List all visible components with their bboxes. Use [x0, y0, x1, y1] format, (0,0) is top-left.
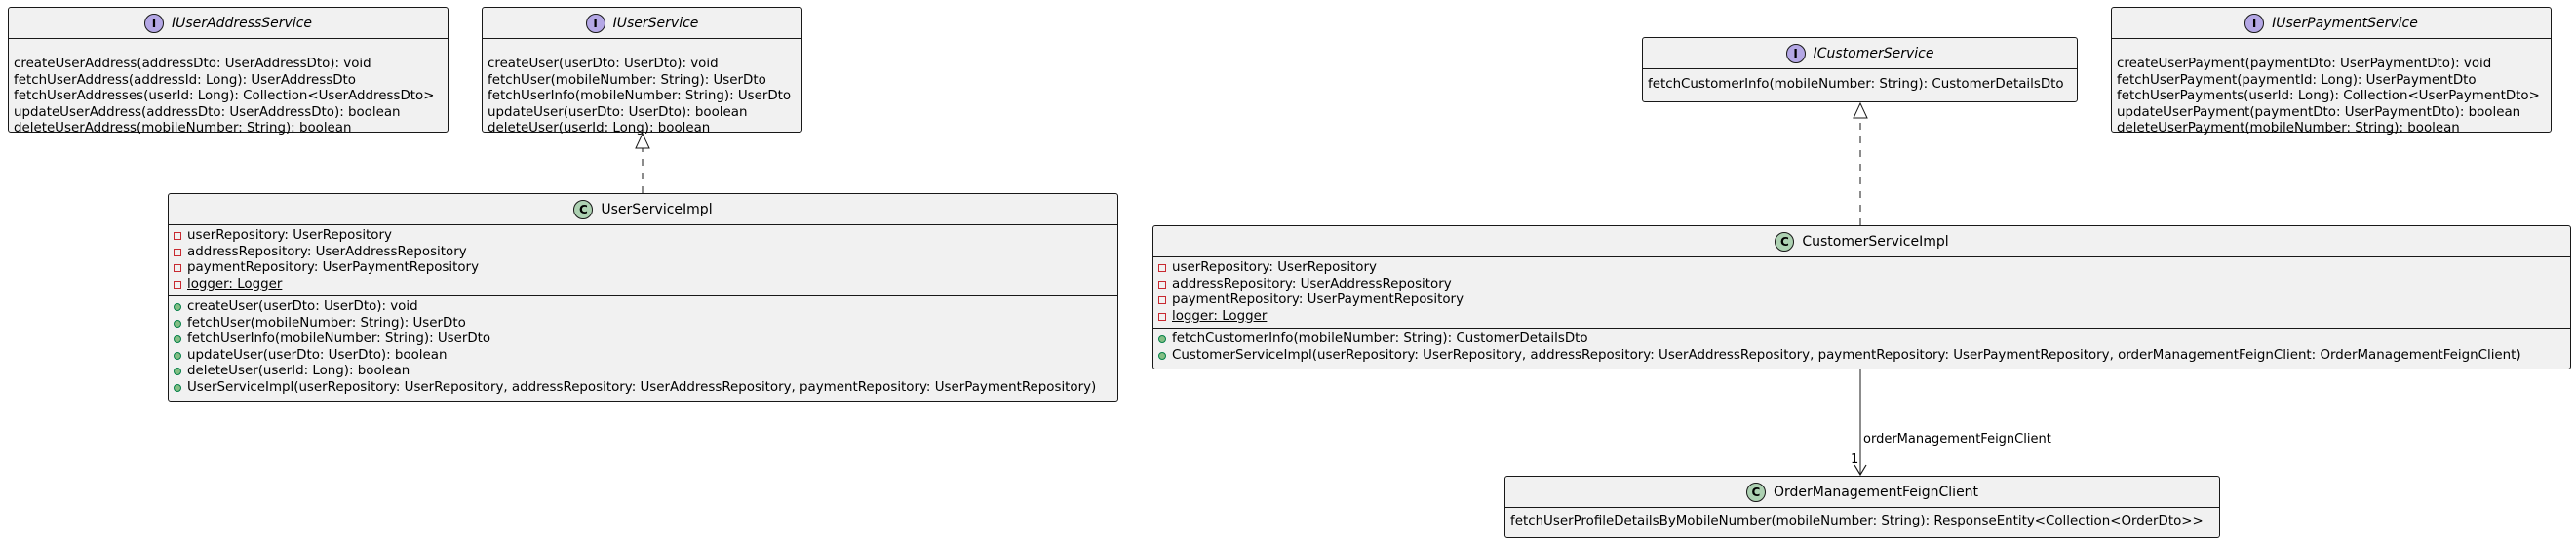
association-label: orderManagementFeignClient — [1863, 432, 2051, 447]
realization-arrowhead-icon — [1853, 101, 1868, 119]
relations-layer — [635, 101, 1868, 477]
realization-arrowhead-icon — [635, 132, 650, 149]
association-multiplicity: 1 — [1851, 452, 1859, 467]
